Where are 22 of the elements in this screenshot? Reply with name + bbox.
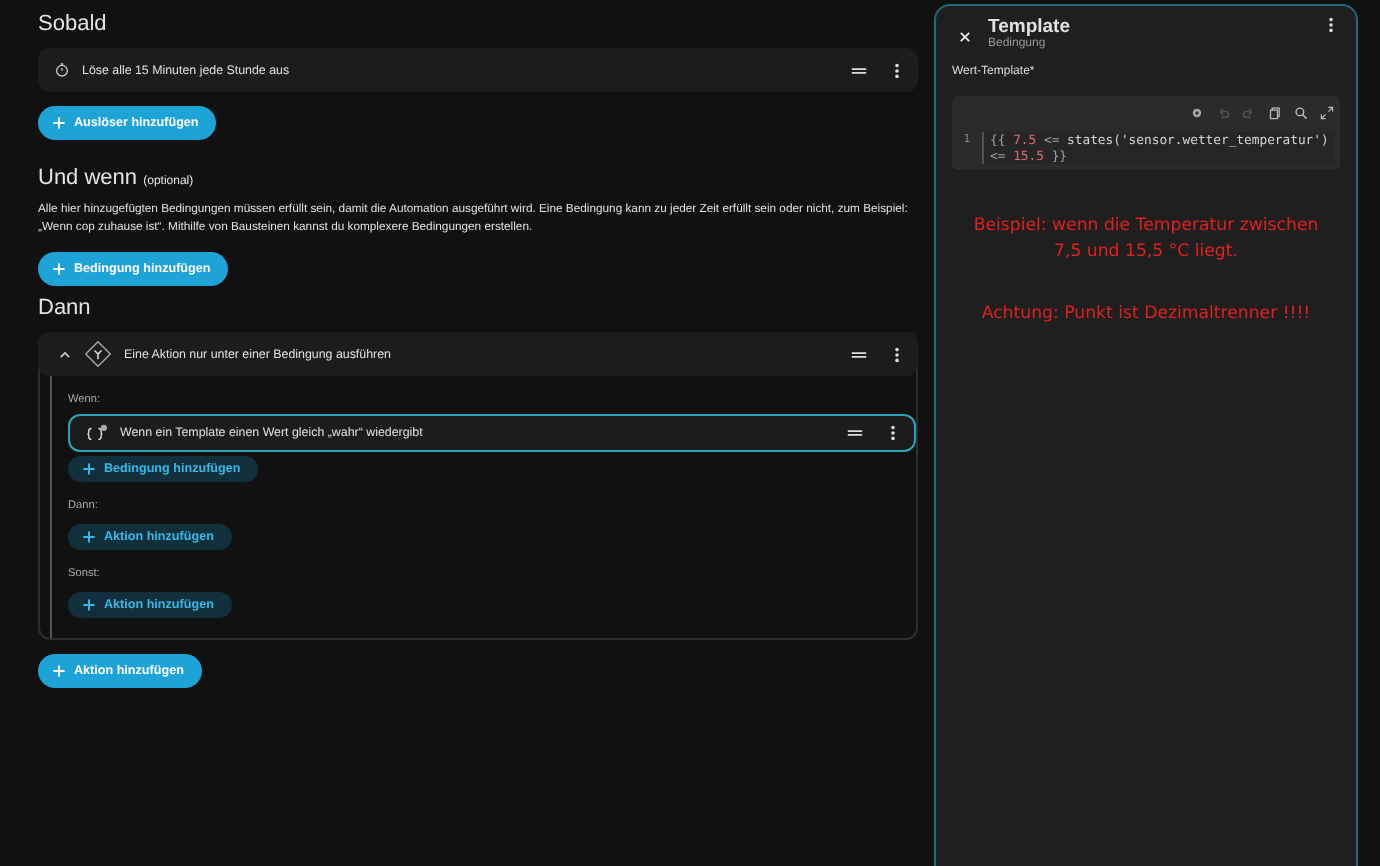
annotation-text: Beispiel: wenn die Temperatur zwischen 7,5 und 15,5 °C liegt.: [971, 214, 1321, 266]
annotation-text: Achtung: Punkt ist Dezimaltrenner !!!!: [979, 302, 1313, 328]
template-icon: [86, 423, 108, 443]
branch-icon: [84, 340, 112, 368]
plus-icon: [52, 262, 66, 276]
panel-title: Template: [988, 16, 1073, 38]
section-heading: Dann: [38, 296, 91, 320]
plus-icon: [82, 462, 96, 476]
section-heading: Und wenn: [38, 166, 138, 190]
plus-icon: [82, 530, 96, 544]
section-heading: Sobald: [38, 12, 107, 36]
close-icon[interactable]: [958, 30, 972, 44]
drag-handle-icon[interactable]: [846, 424, 864, 442]
plus-icon: [52, 116, 66, 130]
gear-icon[interactable]: [1190, 105, 1204, 119]
copy-icon[interactable]: [1268, 105, 1282, 119]
plus-icon: [52, 664, 66, 678]
chevron-icon[interactable]: [58, 347, 72, 361]
plus-icon: [82, 598, 96, 612]
search-icon[interactable]: [1294, 105, 1308, 119]
timer-icon: [54, 62, 70, 78]
expand-icon[interactable]: [1320, 105, 1334, 119]
